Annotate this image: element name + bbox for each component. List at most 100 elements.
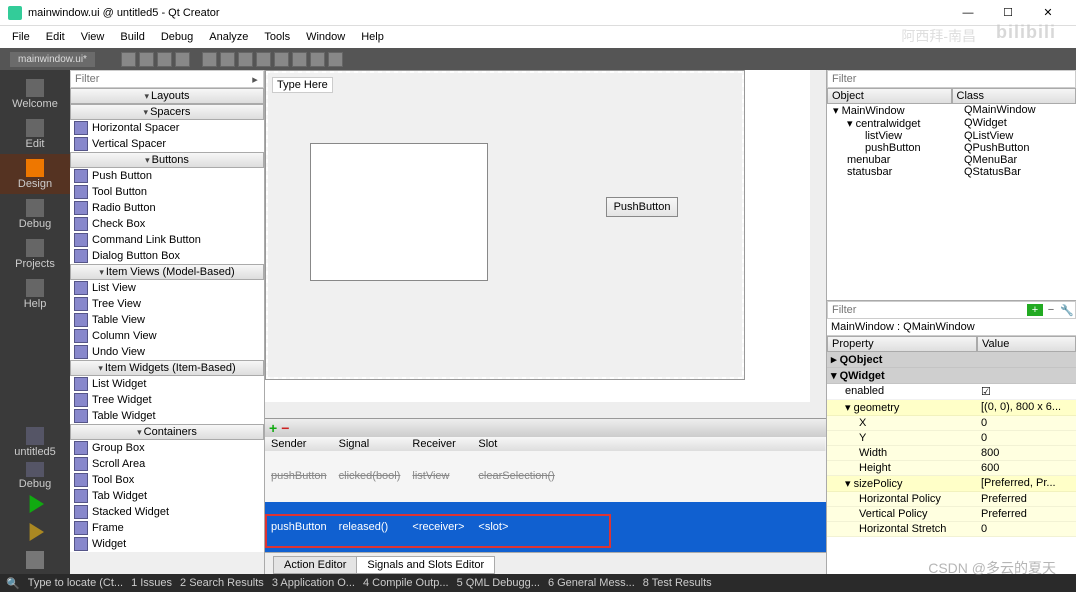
status-qml[interactable]: 5 QML Debugg...	[457, 577, 540, 589]
widgetbox-item[interactable]: Check Box	[70, 216, 264, 232]
widgetbox-item[interactable]: Widget	[70, 536, 264, 552]
property-row[interactable]: enabled☑	[827, 384, 1076, 400]
widgetbox-item[interactable]: Dialog Button Box	[70, 248, 264, 264]
object-row[interactable]: listViewQListView	[827, 130, 1076, 142]
col-sender[interactable]: Sender	[265, 437, 333, 451]
col-value[interactable]: Value	[977, 336, 1076, 352]
object-row[interactable]: statusbarQStatusBar	[827, 166, 1076, 178]
menu-view[interactable]: View	[75, 29, 111, 45]
col-signal[interactable]: Signal	[333, 437, 407, 451]
objinspect-filter[interactable]	[827, 70, 1076, 88]
menu-tools[interactable]: Tools	[258, 29, 296, 45]
tab-action-editor[interactable]: Action Editor	[273, 556, 357, 574]
mode-debug[interactable]: Debug	[0, 194, 70, 234]
widgetbox-item[interactable]: Column View	[70, 328, 264, 344]
property-row[interactable]: X0	[827, 416, 1076, 431]
widgetbox-item[interactable]: Group Box	[70, 440, 264, 456]
col-receiver[interactable]: Receiver	[406, 437, 472, 451]
widgetbox-category[interactable]: Item Views (Model-Based)	[70, 264, 264, 280]
widgetbox-item[interactable]: Table View	[70, 312, 264, 328]
menu-file[interactable]: File	[6, 29, 36, 45]
menu-edit[interactable]: Edit	[40, 29, 71, 45]
kit-selector[interactable]: untitled5	[0, 422, 70, 462]
widgetbox-item[interactable]: Undo View	[70, 344, 264, 360]
build-button[interactable]	[0, 546, 70, 574]
toolbar-button[interactable]	[157, 52, 172, 67]
property-row[interactable]: Horizontal PolicyPreferred	[827, 492, 1076, 507]
scrollbar-horizontal[interactable]	[265, 402, 810, 418]
status-issues[interactable]: 1 Issues	[131, 577, 172, 589]
toolbar-button[interactable]	[328, 52, 343, 67]
debug-run-button[interactable]	[0, 518, 70, 546]
propeditor-filter[interactable]: + − 🔧	[827, 301, 1076, 319]
canvas-area[interactable]: Type Here PushButton	[265, 70, 826, 418]
open-doc-tab[interactable]: mainwindow.ui*	[10, 52, 95, 67]
form-canvas[interactable]: Type Here PushButton	[265, 70, 745, 380]
toolbar-button[interactable]	[238, 52, 253, 67]
widgetbox-category[interactable]: Containers	[70, 424, 264, 440]
locator-input[interactable]: Type to locate (Ct...	[28, 577, 123, 589]
propeditor-wrench-icon[interactable]: 🔧	[1059, 304, 1075, 317]
status-appoutput[interactable]: 3 Application O...	[272, 577, 355, 589]
widgetbox-item[interactable]: Vertical Spacer	[70, 136, 264, 152]
toolbar-button[interactable]	[175, 52, 190, 67]
status-general[interactable]: 6 General Mess...	[548, 577, 635, 589]
object-row[interactable]: pushButtonQPushButton	[827, 142, 1076, 154]
property-row[interactable]: ▾ QWidget	[827, 368, 1076, 384]
mode-welcome[interactable]: Welcome	[0, 74, 70, 114]
toolbar-button[interactable]	[274, 52, 289, 67]
toolbar-button[interactable]	[121, 52, 136, 67]
widgetbox-item[interactable]: Frame	[70, 520, 264, 536]
maximize-button[interactable]: ☐	[988, 1, 1028, 25]
objinspect-filter-input[interactable]	[828, 72, 1075, 86]
widgetbox-item[interactable]: Scroll Area	[70, 456, 264, 472]
widgetbox-item[interactable]: Horizontal Spacer	[70, 120, 264, 136]
mode-projects[interactable]: Projects	[0, 234, 70, 274]
mode-design[interactable]: Design	[0, 154, 70, 194]
pushbutton-widget[interactable]: PushButton	[606, 197, 678, 217]
menu-debug[interactable]: Debug	[155, 29, 199, 45]
toolbar-button[interactable]	[202, 52, 217, 67]
property-row[interactable]: Width800	[827, 446, 1076, 461]
widgetbox-item[interactable]: Tool Button	[70, 184, 264, 200]
minimize-button[interactable]: —	[948, 1, 988, 25]
widgetbox-filter-input[interactable]	[71, 72, 247, 86]
object-row[interactable]: ▾ centralwidgetQWidget	[827, 117, 1076, 130]
object-row[interactable]: ▾ MainWindowQMainWindow	[827, 104, 1076, 117]
widgetbox-item[interactable]: Command Link Button	[70, 232, 264, 248]
menubar-placeholder[interactable]: Type Here	[272, 77, 333, 93]
menu-help[interactable]: Help	[355, 29, 390, 45]
widgetbox-item[interactable]: Tool Box	[70, 472, 264, 488]
widgetbox-item[interactable]: Table Widget	[70, 408, 264, 424]
menu-build[interactable]: Build	[114, 29, 150, 45]
widgetbox-item[interactable]: Push Button	[70, 168, 264, 184]
col-object[interactable]: Object	[827, 88, 952, 104]
menu-window[interactable]: Window	[300, 29, 351, 45]
widgetbox-item[interactable]: List Widget	[70, 376, 264, 392]
toolbar-button[interactable]	[310, 52, 325, 67]
property-row[interactable]: Vertical PolicyPreferred	[827, 507, 1076, 522]
widgetbox-item[interactable]: Tree Widget	[70, 392, 264, 408]
locator-icon[interactable]: 🔍	[6, 577, 20, 590]
widgetbox-item[interactable]: List View	[70, 280, 264, 296]
mode-help[interactable]: Help	[0, 274, 70, 314]
menu-analyze[interactable]: Analyze	[203, 29, 254, 45]
widgetbox-item[interactable]: Stacked Widget	[70, 504, 264, 520]
status-test[interactable]: 8 Test Results	[643, 577, 712, 589]
connection-row-selected[interactable]: pushButton released() <receiver> <slot>	[265, 502, 826, 553]
widgetbox-category[interactable]: Spacers	[70, 104, 264, 120]
widgetbox-item[interactable]: Tree View	[70, 296, 264, 312]
remove-connection-button[interactable]: −	[281, 420, 289, 436]
close-button[interactable]: ✕	[1028, 1, 1068, 25]
col-class[interactable]: Class	[952, 88, 1076, 104]
col-slot[interactable]: Slot	[472, 437, 826, 451]
toolbar-button[interactable]	[292, 52, 307, 67]
status-search[interactable]: 2 Search Results	[180, 577, 264, 589]
status-compile[interactable]: 4 Compile Outp...	[363, 577, 449, 589]
widgetbox-collapse-icon[interactable]: ▸	[247, 73, 263, 86]
connections-table[interactable]: Sender Signal Receiver Slot pushButton c…	[265, 437, 826, 552]
run-button[interactable]	[0, 490, 70, 518]
add-connection-button[interactable]: +	[269, 420, 277, 436]
widgetbox-category[interactable]: Buttons	[70, 152, 264, 168]
toolbar-button[interactable]	[139, 52, 154, 67]
